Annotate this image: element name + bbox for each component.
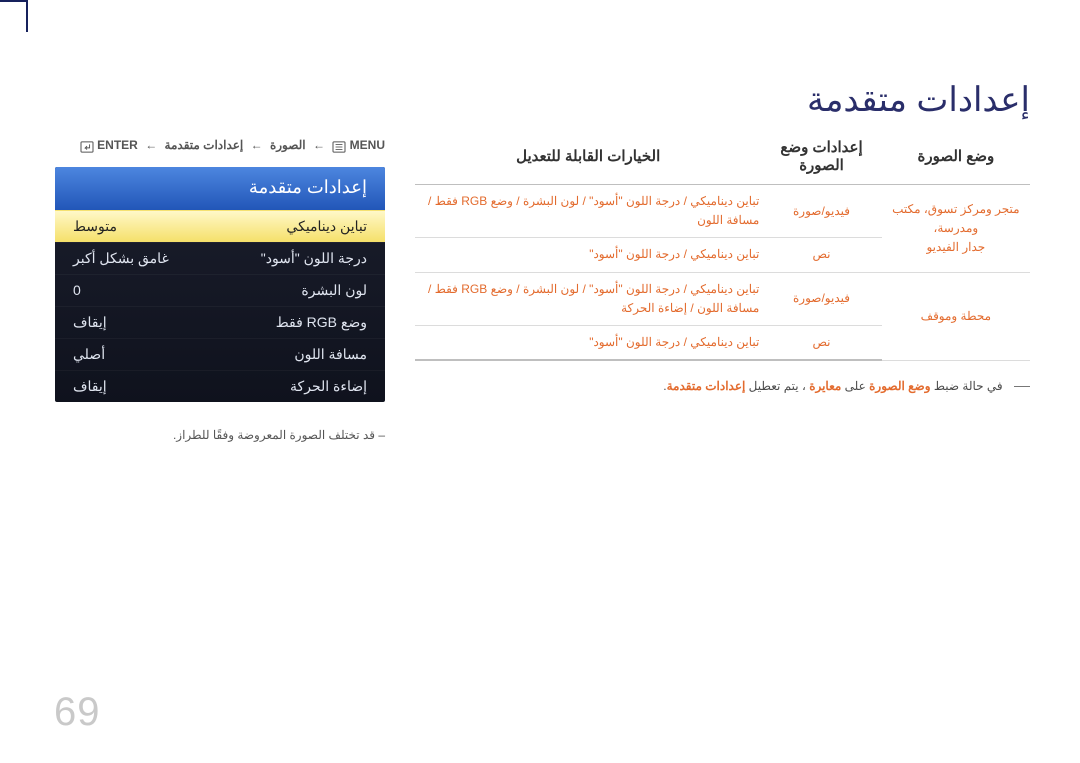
osd-row-value: أصلي (73, 346, 105, 363)
model-footnote: – قد تختلف الصورة المعروضة وفقًا للطراز. (55, 428, 385, 442)
corner-decoration (0, 0, 28, 32)
osd-row-label: مسافة اللون (294, 346, 367, 363)
table-options-cell: تباين ديناميكي / درجة اللون "أسود" / لون… (415, 272, 761, 325)
osd-header: إعدادات متقدمة (55, 167, 385, 210)
osd-row[interactable]: مسافة اللون أصلي (55, 338, 385, 370)
arrow-icon: ← (313, 138, 325, 152)
table-mode-cell: متجر ومركز تسوق، مكتب ومدرسة،جدار الفيدي… (882, 185, 1030, 273)
osd-row[interactable]: لون البشرة 0 (55, 274, 385, 306)
enter-label: ENTER (97, 138, 138, 152)
breadcrumb: MENU ← الصورة ← إعدادات متقدمة ← ENTER (55, 138, 385, 153)
osd-panel: إعدادات متقدمة تباين ديناميكي متوسط درجة ا… (55, 167, 385, 402)
options-table: وضع الصورة إعدادات وضع الصورة الخيارات ا… (415, 138, 1030, 361)
table-footnote: في حالة ضبط وضع الصورة على معايرة ، يتم … (415, 379, 1030, 393)
page-number: 69 (54, 690, 101, 735)
table-options-cell: تباين ديناميكي / درجة اللون "أسود" (415, 238, 761, 272)
breadcrumb-step: إعدادات متقدمة (165, 138, 244, 152)
arrow-icon: ← (251, 138, 263, 152)
osd-row-value: متوسط (73, 218, 117, 235)
arrow-icon: ← (145, 138, 157, 152)
osd-row[interactable]: تباين ديناميكي متوسط (55, 210, 385, 242)
osd-row-label: إضاءة الحركة (290, 378, 367, 395)
osd-row-label: وضع RGB فقط (276, 314, 367, 331)
osd-row-label: تباين ديناميكي (286, 218, 367, 235)
left-column: وضع الصورة إعدادات وضع الصورة الخيارات ا… (415, 138, 1030, 393)
menu-label: MENU (350, 138, 385, 152)
dash-icon (1014, 386, 1030, 387)
osd-row-value: غامق بشكل أكبر (73, 250, 169, 267)
breadcrumb-step: الصورة (270, 138, 306, 152)
table-settings-cell: فيديو/صورة (761, 272, 881, 325)
right-column: MENU ← الصورة ← إعدادات متقدمة ← ENTER إ… (55, 138, 385, 442)
osd-row-value: إيقاف (73, 378, 107, 395)
table-settings-cell: فيديو/صورة (761, 185, 881, 238)
osd-row-value: 0 (73, 282, 81, 298)
osd-row[interactable]: وضع RGB فقط إيقاف (55, 306, 385, 338)
table-settings-cell: نص (761, 238, 881, 272)
table-options-cell: تباين ديناميكي / درجة اللون "أسود" / لون… (415, 185, 761, 238)
table-mode-cell: محطة وموقف (882, 272, 1030, 360)
col-adjustable: الخيارات القابلة للتعديل (415, 138, 761, 185)
col-mode: وضع الصورة (882, 138, 1030, 185)
page-content: إعدادات متقدمة MENU ← الصورة ← إعدادات م… (55, 80, 1030, 442)
osd-row-value: إيقاف (73, 314, 107, 331)
osd-row[interactable]: درجة اللون "أسود" غامق بشكل أكبر (55, 242, 385, 274)
menu-icon (332, 139, 346, 153)
page-title: إعدادات متقدمة (55, 80, 1030, 120)
table-options-cell: تباين ديناميكي / درجة اللون "أسود" (415, 325, 761, 360)
table-settings-cell: نص (761, 325, 881, 360)
osd-row-label: درجة اللون "أسود" (261, 250, 367, 267)
enter-icon (80, 139, 94, 153)
col-settings: إعدادات وضع الصورة (761, 138, 881, 185)
osd-row[interactable]: إضاءة الحركة إيقاف (55, 370, 385, 402)
osd-row-label: لون البشرة (301, 282, 367, 299)
